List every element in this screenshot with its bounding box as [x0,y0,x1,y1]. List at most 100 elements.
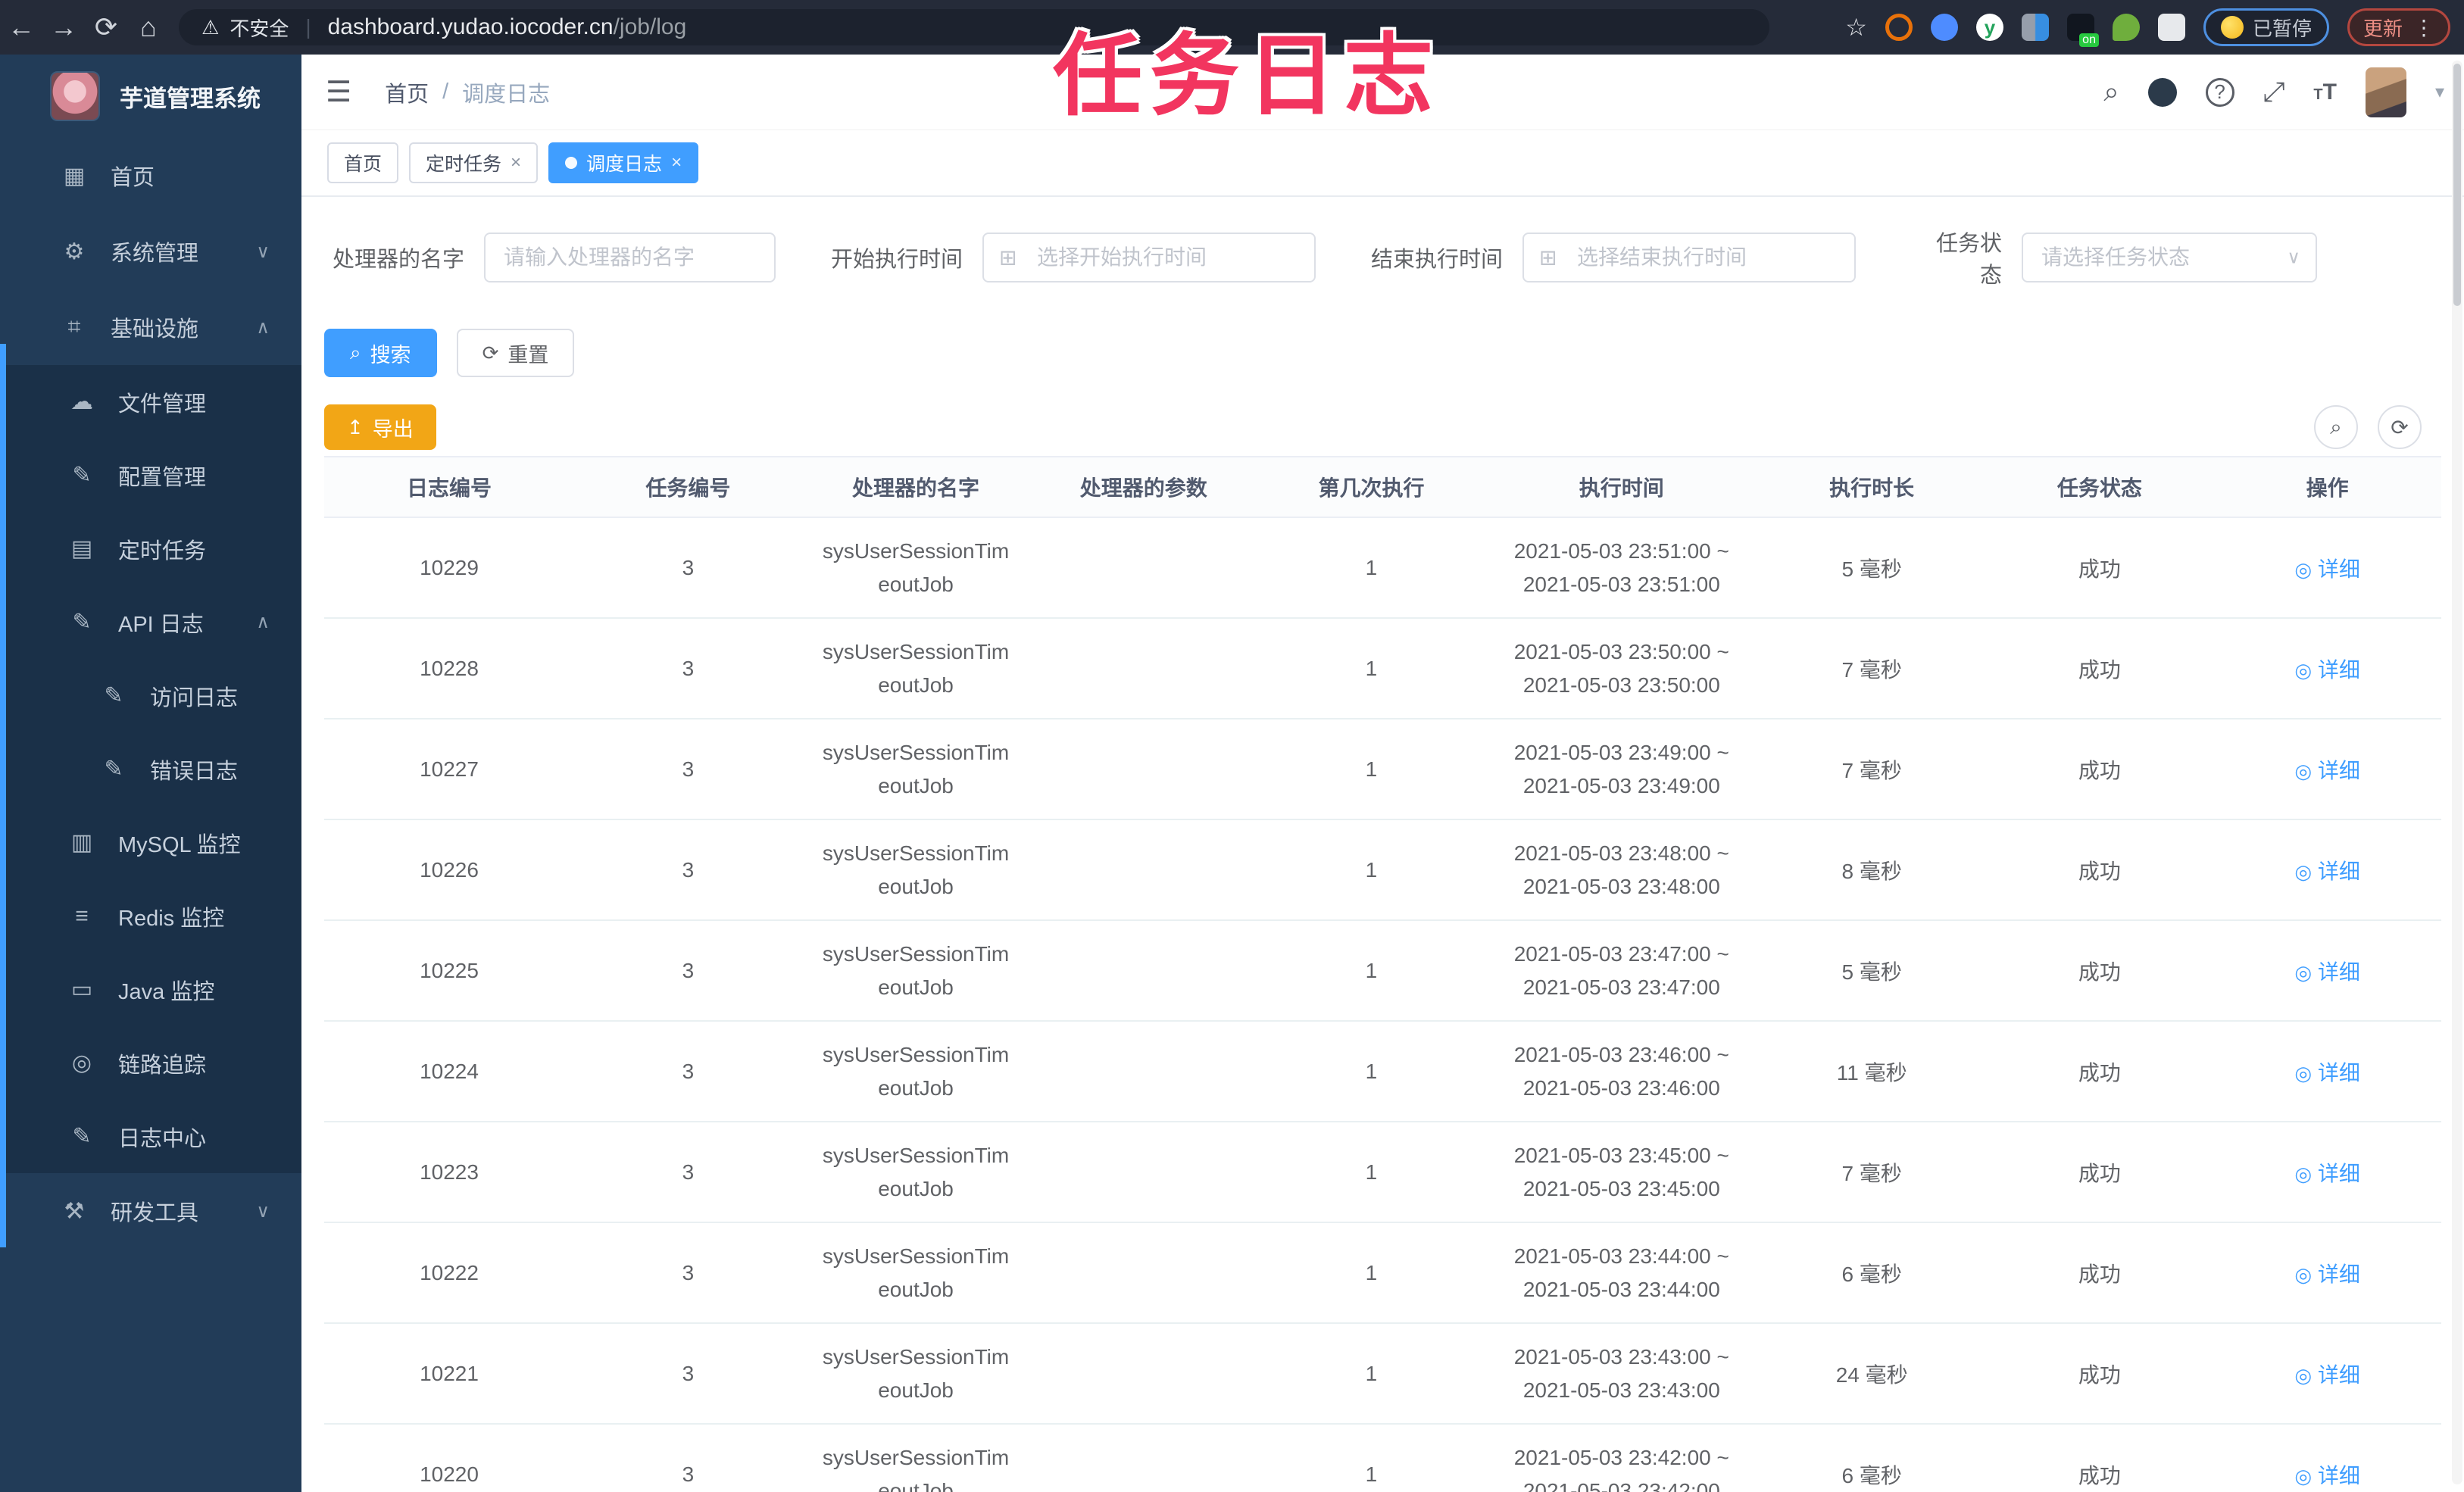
log-id-cell: 10229 [324,517,574,619]
duration-cell: 5 毫秒 [1757,517,1986,619]
handler-name-input[interactable] [484,233,776,282]
table-row: 10228 3 sysUserSessionTim eoutJob 1 2021… [324,618,2441,719]
search-icon[interactable]: ⌕ [2103,76,2119,108]
select-arrow-icon: ∨ [2287,247,2300,268]
page-title-overlay: 任务日志 [1053,27,1441,126]
detail-link[interactable]: ◎ 详细 [2294,1263,2359,1286]
start-time-label: 开始执行时间 [830,248,963,272]
browser-menu-icon[interactable]: ⋮ [2413,15,2434,40]
bookmark-star-icon[interactable]: ☆ [1845,13,1867,42]
sidebar-item-devtools[interactable]: ⚒ 研发工具 ∨ [0,1173,301,1249]
table-row: 10223 3 sysUserSessionTim eoutJob 1 2021… [324,1122,2441,1223]
log-id-cell: 10228 [324,618,574,719]
toggle-search-icon[interactable]: ⌕ [2314,405,2358,449]
home-icon[interactable]: ⌂ [127,11,170,43]
handler-name-cell: sysUserSessionTim eoutJob [801,1122,1030,1223]
detail-link[interactable]: ◎ 详细 [2294,658,2359,682]
sidebar-item-scheduled-tasks[interactable]: ▤ 定时任务 [0,512,301,585]
app-logo [50,71,100,121]
duration-cell: 6 毫秒 [1757,1424,1986,1492]
forward-icon[interactable]: → [42,11,85,43]
chevron-down-icon: ∨ [256,1200,270,1222]
scrollbar-thumb[interactable] [2453,64,2461,306]
exec-index-cell: 1 [1257,1424,1485,1492]
extension-icon[interactable] [2112,14,2140,41]
sidebar-item-system[interactable]: ⚙ 系统管理 ∨ [0,214,301,289]
detail-link[interactable]: ◎ 详细 [2294,759,2359,782]
export-button[interactable]: ↥ 导出 [324,404,436,450]
handler-name-cell: sysUserSessionTim eoutJob [801,819,1030,921]
handler-param-cell [1029,1222,1258,1324]
search-button[interactable]: ⌕ 搜索 [324,329,437,377]
sidebar-item-home[interactable]: ▦ 首页 [0,138,301,214]
log-id-cell: 10227 [324,719,574,820]
extension-icon[interactable] [2021,14,2049,41]
sidebar-item-infrastructure[interactable]: ⌗ 基础设施 ∧ [0,289,301,365]
end-time-field: ⊞ [1522,233,1856,282]
detail-link[interactable]: ◎ 详细 [2294,960,2359,984]
trace-icon: ◎ [71,1050,92,1075]
status-cell: 成功 [1985,1222,2214,1324]
app-logo-row[interactable]: 芋道管理系统 [0,55,301,138]
close-icon[interactable]: × [671,152,682,173]
address-bar[interactable]: ⚠ 不安全 | dashboard.yudao.iocoder.cn /job/… [179,9,1769,45]
paused-badge[interactable]: 已暂停 [2203,8,2329,46]
tab-job-log[interactable]: 调度日志 × [548,142,699,183]
sidebar-item-access-log[interactable]: ✎ 访问日志 [0,659,301,732]
extension-icon[interactable]: y [1975,14,2003,41]
sidebar-item-error-log[interactable]: ✎ 错误日志 [0,732,301,806]
sidebar-item-mysql-monitor[interactable]: ▥ MySQL 监控 [0,806,301,879]
scrollbar[interactable] [2452,61,2462,1484]
sidebar-item-config-management[interactable]: ✎ 配置管理 [0,439,301,512]
reload-icon[interactable]: ⟳ [85,11,127,43]
sidebar-item-java-monitor[interactable]: ▭ Java 监控 [0,953,301,1026]
exec-index-cell: 1 [1257,819,1485,921]
exec-time-cell: 2021-05-03 23:43:00 ~ 2021-05-03 23:43:0… [1485,1323,1758,1425]
sidebar-item-file-management[interactable]: ☁ 文件管理 [0,365,301,439]
extension-icon[interactable] [1885,14,1913,41]
detail-link[interactable]: ◎ 详细 [2294,1363,2359,1387]
refresh-icon[interactable]: ⟳ [2378,405,2422,449]
action-cell: ◎ 详细 [2213,517,2441,619]
eye-icon: ◎ [2294,557,2313,581]
extension-icon[interactable] [1930,14,1958,41]
reset-button[interactable]: ⟳ 重置 [456,329,575,377]
task-status-select[interactable] [2022,233,2317,282]
update-button[interactable]: 更新 ⋮ [2347,8,2450,46]
extension-icon[interactable] [2066,14,2099,47]
status-cell: 成功 [1985,920,2214,1022]
detail-link[interactable]: ◎ 详细 [2294,1061,2359,1085]
eye-icon: ◎ [2294,759,2313,782]
avatar[interactable] [2365,67,2406,117]
detail-link[interactable]: ◎ 详细 [2294,1464,2359,1487]
status-cell: 成功 [1985,1021,2214,1122]
exec-index-cell: 1 [1257,1222,1485,1324]
sidebar-item-trace[interactable]: ◎ 链路追踪 [0,1026,301,1100]
detail-link[interactable]: ◎ 详细 [2294,1162,2359,1185]
exec-time-cell: 2021-05-03 23:44:00 ~ 2021-05-03 23:44:0… [1485,1222,1758,1324]
task-status-label: 任务状态 [1935,232,2002,288]
back-icon[interactable]: ← [0,11,42,43]
upload-icon: ↥ [347,415,364,439]
detail-link[interactable]: ◎ 详细 [2294,860,2359,883]
tab-scheduled-tasks[interactable]: 定时任务 × [409,142,539,183]
font-size-icon[interactable]: TT [2313,80,2337,105]
end-time-input[interactable] [1522,233,1856,282]
github-icon[interactable] [2147,77,2177,107]
close-icon[interactable]: × [511,152,521,173]
sidebar-item-api-log[interactable]: ✎ API 日志 ∧ [0,585,301,659]
fullscreen-icon[interactable]: ⤢ [2263,76,2285,108]
exec-time-cell: 2021-05-03 23:47:00 ~ 2021-05-03 23:47:0… [1485,920,1758,1022]
breadcrumb-home[interactable]: 首页 [385,76,429,108]
column-header: 执行时间 [1485,456,1758,518]
start-time-input[interactable] [982,233,1316,282]
hamburger-icon[interactable]: ☰ [326,75,351,109]
extensions-puzzle-icon[interactable] [2157,14,2185,41]
help-icon[interactable]: ? [2205,77,2234,107]
sidebar-item-redis-monitor[interactable]: ≡ Redis 监控 [0,879,301,953]
sidebar-item-log-center[interactable]: ✎ 日志中心 [0,1100,301,1173]
tab-home[interactable]: 首页 [327,142,399,183]
url-path: /job/log [613,14,687,39]
chevron-down-icon[interactable]: ▾ [2435,81,2444,103]
detail-link[interactable]: ◎ 详细 [2294,557,2359,581]
